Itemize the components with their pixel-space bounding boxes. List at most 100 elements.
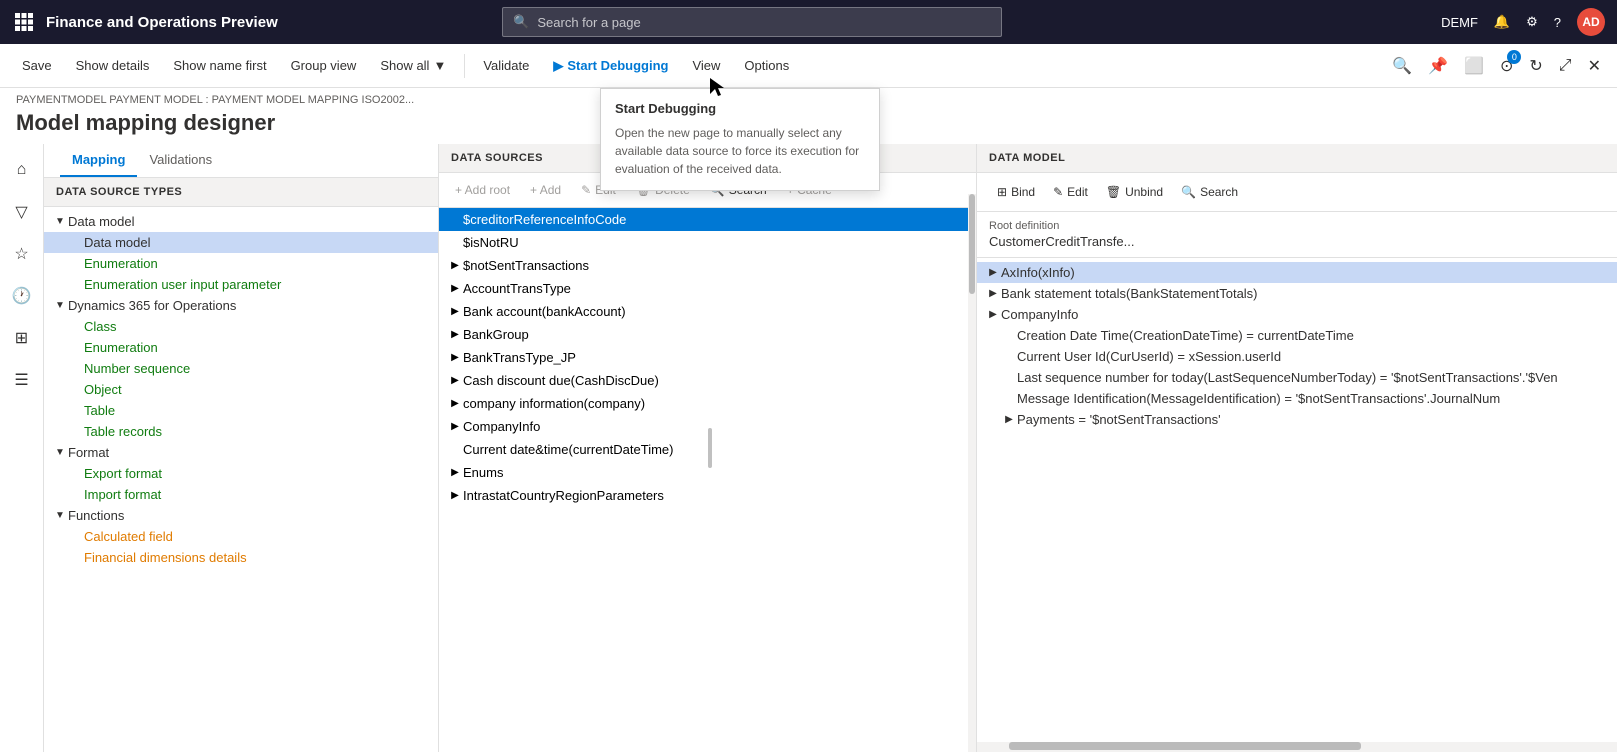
- save-button[interactable]: Save: [12, 54, 62, 77]
- apps-grid-icon[interactable]: [12, 10, 36, 34]
- tree-item-numseq[interactable]: Number sequence: [44, 358, 438, 379]
- add-root-button[interactable]: + Add root: [447, 179, 518, 201]
- dm-item-current-user[interactable]: Current User Id(CurUserId) = xSession.us…: [977, 346, 1617, 367]
- ds-item-company[interactable]: ▶ company information(company): [439, 392, 976, 415]
- ds-item-cashdisc[interactable]: ▶ Cash discount due(CashDiscDue): [439, 369, 976, 392]
- global-search[interactable]: 🔍 Search for a page: [502, 7, 1002, 37]
- help-icon[interactable]: ?: [1554, 15, 1561, 30]
- root-def-value: CustomerCreditTransfe...: [989, 234, 1605, 249]
- popout-icon[interactable]: ⤢: [1555, 53, 1576, 79]
- edit-icon: ✎: [581, 183, 591, 197]
- app-title: Finance and Operations Preview: [46, 14, 278, 31]
- start-debugging-label: Start Debugging: [567, 58, 668, 73]
- nav-grid-icon[interactable]: ⊞: [4, 320, 40, 356]
- show-details-button[interactable]: Show details: [66, 54, 160, 77]
- bind-button[interactable]: ⊞ Bind: [989, 181, 1043, 203]
- tree-item-data-model[interactable]: Data model: [44, 232, 438, 253]
- ds-scrollbar[interactable]: [968, 194, 976, 752]
- close-icon[interactable]: ✕: [1584, 52, 1605, 80]
- tree-item-import-format[interactable]: Import format: [44, 484, 438, 505]
- tree-item-format[interactable]: ▼ Format: [44, 442, 438, 463]
- search-toolbar-icon[interactable]: 🔍: [1388, 52, 1416, 80]
- dm-item-message-id[interactable]: Message Identification(MessageIdentifica…: [977, 388, 1617, 409]
- start-debugging-button[interactable]: ▶ Start Debugging: [543, 54, 678, 78]
- unbind-icon: 🗑: [1106, 185, 1121, 199]
- tree-item-table-records[interactable]: Table records: [44, 421, 438, 442]
- content-area: ⌂ ▽ ☆ 🕐 ⊞ ☰ Mapping Validations DATA SOU…: [0, 144, 1617, 752]
- dm-hscroll-thumb: [1009, 742, 1361, 750]
- tree-item-enumeration[interactable]: Enumeration: [44, 253, 438, 274]
- ds-item-acctrans[interactable]: ▶ AccountTransType: [439, 277, 976, 300]
- tab-validations[interactable]: Validations: [137, 144, 224, 177]
- notifications-icon[interactable]: 🔔: [1494, 14, 1510, 30]
- dst-tree: ▼ Data model Data model Enumeration Enum…: [44, 207, 438, 752]
- search-icon: 🔍: [1181, 185, 1196, 199]
- dm-item-last-seq[interactable]: Last sequence number for today(LastSeque…: [977, 367, 1617, 388]
- dm-search-label: Search: [1200, 185, 1238, 199]
- show-name-first-button[interactable]: Show name first: [163, 54, 276, 77]
- dm-toolbar: ⊞ Bind ✎ Edit 🗑 Unbind 🔍 Search: [977, 173, 1617, 212]
- refresh-icon[interactable]: ↻: [1525, 52, 1546, 80]
- tree-item-class[interactable]: Class: [44, 316, 438, 337]
- dm-search-button[interactable]: 🔍 Search: [1173, 181, 1246, 203]
- toolbar-right: 🔍 📌 ⬜ ⊙ 0 ↻ ⤢ ✕: [1388, 52, 1605, 80]
- tree-item-export-format[interactable]: Export format: [44, 463, 438, 484]
- start-debugging-tooltip: Start Debugging Open the new page to man…: [600, 88, 880, 191]
- data-model-panel: DATA MODEL ⊞ Bind ✎ Edit 🗑 Unbind 🔍 Sear…: [977, 144, 1617, 752]
- expand-icon[interactable]: ⬜: [1460, 52, 1488, 80]
- nav-star-icon[interactable]: ☆: [4, 236, 40, 272]
- show-all-label: Show all: [380, 58, 429, 73]
- tree-item-table[interactable]: Table: [44, 400, 438, 421]
- tooltip-body: Open the new page to manually select any…: [615, 124, 865, 178]
- settings-icon[interactable]: ⚙: [1526, 14, 1538, 30]
- options-button[interactable]: Options: [734, 54, 799, 77]
- nav-home-icon[interactable]: ⌂: [4, 152, 40, 188]
- tree-item-enum-d365[interactable]: Enumeration: [44, 337, 438, 358]
- ds-item-banktrans[interactable]: ▶ BankTransType_JP: [439, 346, 976, 369]
- dm-item-bankstatement[interactable]: ▶ Bank statement totals(BankStatementTot…: [977, 283, 1617, 304]
- chevron-down-icon: ▼: [52, 510, 68, 521]
- tree-item-fin-dim[interactable]: Financial dimensions details: [44, 547, 438, 568]
- dm-hscrollbar[interactable]: [977, 742, 1617, 752]
- ds-item-notsent[interactable]: ▶ $notSentTransactions: [439, 254, 976, 277]
- dm-tree: ▶ AxInfo(xInfo) ▶ Bank statement totals(…: [977, 258, 1617, 742]
- tree-item-functions[interactable]: ▼ Functions: [44, 505, 438, 526]
- tree-item-enum-user-input[interactable]: Enumeration user input parameter: [44, 274, 438, 295]
- separator: [464, 54, 465, 78]
- dm-item-axinfo[interactable]: ▶ AxInfo(xInfo): [977, 262, 1617, 283]
- top-bar-right: DEMF 🔔 ⚙ ? AD: [1441, 8, 1605, 36]
- ds-item-creditor[interactable]: $creditorReferenceInfoCode: [439, 208, 976, 231]
- add-button[interactable]: + Add: [522, 179, 569, 201]
- ds-item-bankgroup[interactable]: ▶ BankGroup: [439, 323, 976, 346]
- tree-item-data-model-root[interactable]: ▼ Data model: [44, 211, 438, 232]
- view-button[interactable]: View: [682, 54, 730, 77]
- ds-item-bankaccount[interactable]: ▶ Bank account(bankAccount): [439, 300, 976, 323]
- dm-item-companyinfo[interactable]: ▶ CompanyInfo: [977, 304, 1617, 325]
- ds-item-isnotru[interactable]: $isNotRU: [439, 231, 976, 254]
- tree-item-d365[interactable]: ▼ Dynamics 365 for Operations: [44, 295, 438, 316]
- split-handle[interactable]: [708, 428, 712, 468]
- ds-scrollthumb: [969, 194, 975, 294]
- search-placeholder: Search for a page: [537, 15, 640, 30]
- root-def-label: Root definition: [989, 220, 1605, 232]
- tree-item-object[interactable]: Object: [44, 379, 438, 400]
- ds-item-intrastat[interactable]: ▶ IntrastatCountryRegionParameters: [439, 484, 976, 507]
- toolbar: Save Show details Show name first Group …: [0, 44, 1617, 88]
- show-all-button[interactable]: Show all ▼: [370, 54, 456, 77]
- avatar[interactable]: AD: [1577, 8, 1605, 36]
- tree-item-calculated-field[interactable]: Calculated field: [44, 526, 438, 547]
- user-id: DEMF: [1441, 15, 1478, 30]
- pin-icon[interactable]: 📌: [1424, 52, 1452, 80]
- tab-mapping[interactable]: Mapping: [60, 144, 137, 177]
- left-nav: ⌂ ▽ ☆ 🕐 ⊞ ☰: [0, 144, 44, 752]
- group-view-button[interactable]: Group view: [281, 54, 367, 77]
- dm-item-payments[interactable]: ▶ Payments = '$notSentTransactions': [977, 409, 1617, 430]
- nav-history-icon[interactable]: 🕐: [4, 278, 40, 314]
- validate-button[interactable]: Validate: [473, 54, 539, 77]
- nav-list-icon[interactable]: ☰: [4, 362, 40, 398]
- unbind-button[interactable]: 🗑 Unbind: [1098, 181, 1171, 203]
- dm-item-creation-date[interactable]: Creation Date Time(CreationDateTime) = c…: [977, 325, 1617, 346]
- chevron-down-icon: ▼: [433, 58, 446, 73]
- dm-edit-button[interactable]: ✎ Edit: [1045, 181, 1096, 203]
- nav-filter-icon[interactable]: ▽: [4, 194, 40, 230]
